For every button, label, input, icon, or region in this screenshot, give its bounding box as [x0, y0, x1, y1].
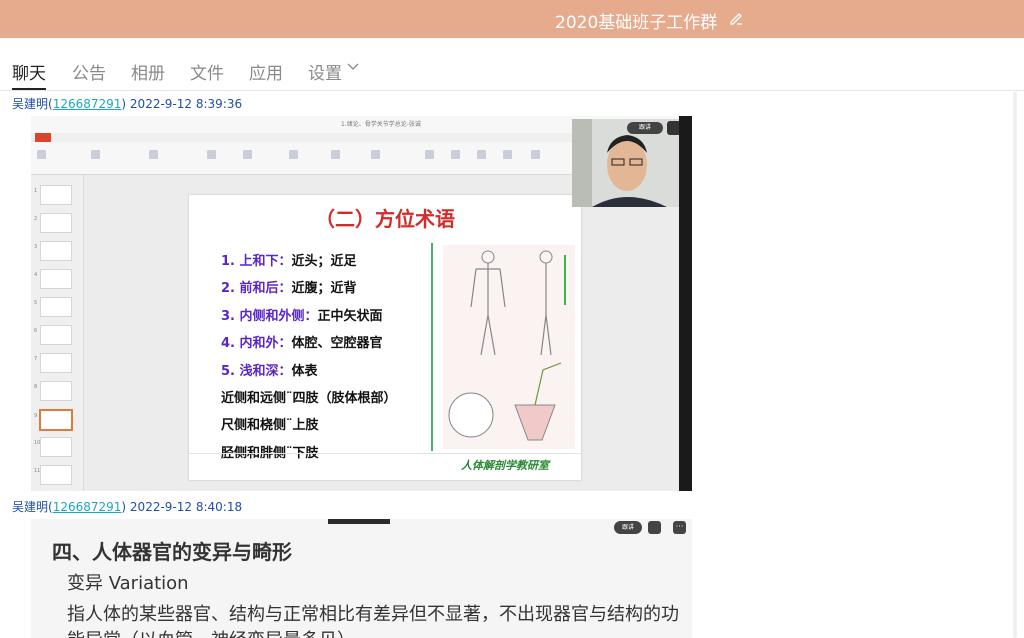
edit-icon[interactable] [728, 10, 744, 26]
slide-thumbnail[interactable]: 5 [34, 297, 72, 317]
tab-settings[interactable]: 设置 [308, 59, 342, 84]
share-icon[interactable] [648, 521, 661, 534]
sender-name: 吴建明 [12, 500, 49, 514]
more-button[interactable]: ··· [673, 521, 686, 534]
tab-apps[interactable]: 应用 [249, 59, 283, 84]
slide-title: （二）方位术语 [315, 207, 455, 231]
tab-files[interactable]: 文件 [190, 59, 224, 84]
message-time: 2022-9-12 8:39:36 [129, 97, 243, 111]
slide-thumbnail-selected[interactable]: 9 [34, 409, 73, 431]
divider [431, 243, 433, 451]
slide-footer-line [189, 453, 581, 454]
slide-thumbnail[interactable]: 1 [34, 185, 72, 205]
sender-qq-link[interactable]: 126687291 [53, 500, 122, 514]
term-item: 1. 上和下：近头；近足 [221, 254, 357, 269]
scrollbar[interactable] [1012, 92, 1018, 638]
term-item: 胫侧和腓侧¨下肢 [221, 446, 319, 461]
active-tab-underline [12, 88, 46, 90]
share-bar [328, 519, 390, 524]
message-time: 2022-9-12 8:40:18 [129, 500, 243, 514]
title-bar: 2020基础班子工作群 [0, 0, 1024, 38]
tab-bar: 聊天 公告 相册 文件 应用 设置 [0, 48, 1024, 91]
term-item: 5. 浅和深：体表 [221, 364, 318, 379]
webcam-video [572, 119, 682, 207]
term-item: 尺侧和桡侧¨上肢 [221, 418, 319, 433]
message-header: 吴建明(126687291) 2022-9-12 8:39:36 [12, 97, 243, 111]
slide-thumbnail[interactable]: 8 [34, 381, 72, 401]
slide-body: 指人体的某些器官、结构与正常相比有差异但不显著，不出现器官与结构的功能异常（以血… [67, 604, 679, 638]
slide-thumbnails: 1 2 3 4 5 6 7 8 9 10 11 [31, 175, 84, 491]
chevron-down-icon[interactable] [347, 63, 359, 71]
tab-announcement[interactable]: 公告 [72, 59, 106, 84]
follow-button[interactable]: 跟讲 [614, 521, 642, 534]
slide-thumbnail[interactable]: 6 [34, 325, 72, 345]
term-item: 3. 内侧和外侧：正中矢状面 [221, 309, 383, 324]
slide-footer-text: 人体解剖学教研室 [461, 459, 549, 472]
term-item: 近侧和远侧¨四肢（肢体根部） [221, 391, 397, 406]
ribbon-active-tab [35, 133, 51, 142]
slide-thumbnail[interactable]: 11 [34, 465, 72, 485]
message-header: 吴建明(126687291) 2022-9-12 8:40:18 [12, 500, 243, 514]
slide-thumbnail[interactable]: 2 [34, 213, 72, 233]
slide-thumbnail[interactable]: 4 [34, 269, 72, 289]
follow-button[interactable]: 跟讲 [627, 122, 663, 134]
slide-thumbnail[interactable]: 7 [34, 353, 72, 373]
term-item: 4. 内和外：体腔、空腔器官 [221, 336, 383, 351]
term-item: 2. 前和后：近腹；近背 [221, 281, 357, 296]
slide: （二）方位术语 1. 上和下：近头；近足 2. 前和后：近腹；近背 3. 内侧和… [189, 195, 581, 480]
tab-chat[interactable]: 聊天 [12, 59, 46, 84]
screenshot-image-2[interactable]: 跟讲 ··· 四、人体器官的变异与畸形 变异 Variation 指人体的某些器… [31, 519, 692, 638]
slide-thumbnail[interactable]: 3 [34, 241, 72, 261]
document-title: 1.绪论、骨学关节学总论-张诚 [341, 121, 421, 128]
sender-qq-link[interactable]: 126687291 [53, 97, 122, 111]
group-title: 2020基础班子工作群 [555, 13, 718, 33]
slide-thumbnail[interactable]: 10 [34, 437, 72, 457]
tab-album[interactable]: 相册 [131, 59, 165, 84]
slide-subheading: 变异 Variation [67, 573, 189, 594]
screenshot-image-1[interactable]: 1.绪论、骨学关节学总论-张诚 1 2 3 4 5 6 7 8 9 10 11 … [31, 116, 692, 491]
window-edge [679, 116, 692, 491]
slide-heading: 四、人体器官的变异与畸形 [52, 540, 292, 564]
anatomy-figure [443, 245, 575, 449]
sender-name: 吴建明 [12, 97, 49, 111]
